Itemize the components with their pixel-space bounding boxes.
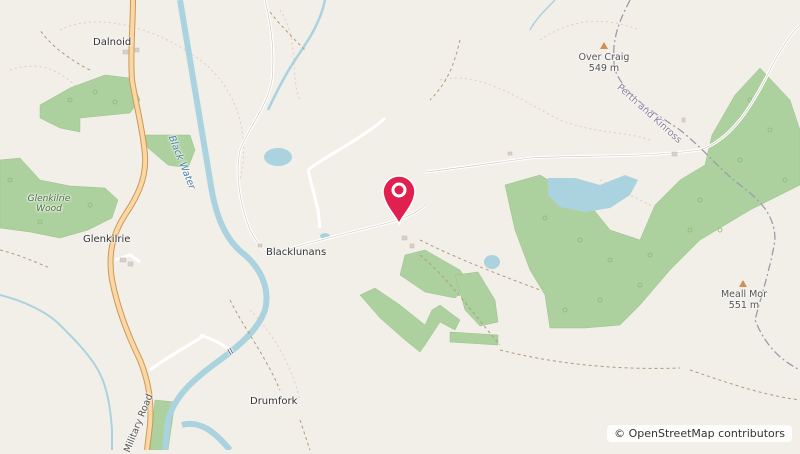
place-label-glenkilrie: Glenkilrie [83, 234, 131, 245]
place-label-dalnoid: Dalnoid [93, 37, 132, 48]
map-canvas[interactable]: Dalnoid Glenkilrie Blacklunans Drumfork … [0, 0, 800, 454]
wood-label-line-1: Glenkilrie [27, 194, 71, 204]
map-pin-icon [382, 175, 416, 227]
peak-name: Over Craig [578, 52, 630, 63]
place-label-blacklunans: Blacklunans [266, 247, 327, 258]
peak-elevation: 549 m [588, 63, 620, 74]
copyright-symbol: © [614, 427, 626, 440]
wood-label-glenkilrie-wood: Glenkilrie Wood [24, 194, 74, 214]
peak-label-over-craig: Over Craig 549 m [574, 52, 634, 74]
pond-central [484, 255, 500, 269]
place-label-drumfork: Drumfork [250, 396, 298, 407]
pond-north [264, 148, 292, 166]
map-attribution: © OpenStreetMap contributors [607, 425, 792, 442]
peak-label-meall-mor: Meall Mor 551 m [714, 289, 774, 311]
location-marker[interactable] [378, 170, 420, 227]
attribution-link[interactable]: OpenStreetMap contributors [629, 427, 785, 440]
peak-elevation: 551 m [728, 300, 760, 311]
wood-label-line-2: Wood [36, 204, 62, 214]
peak-name: Meall Mor [720, 289, 768, 300]
